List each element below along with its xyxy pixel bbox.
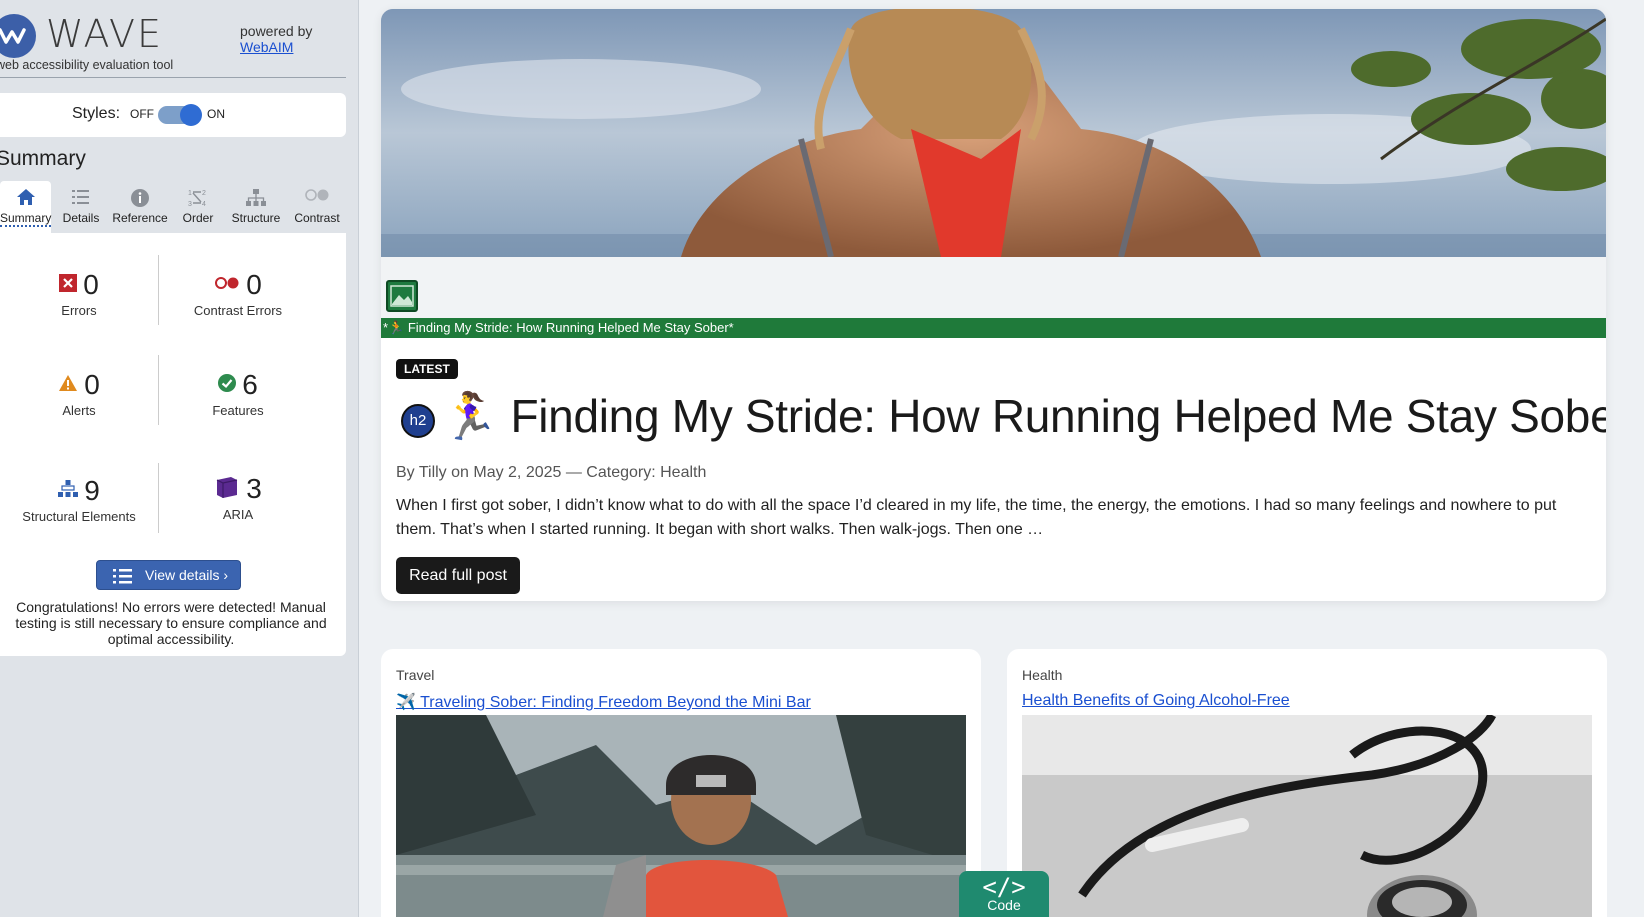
stat-errors[interactable]: 0 Errors: [0, 269, 158, 318]
alerts-label: Alerts: [62, 403, 96, 418]
read-full-post-button[interactable]: Read full post: [396, 557, 520, 594]
powered-by-text: powered by: [240, 23, 313, 39]
tab-label: Reference: [112, 211, 168, 225]
alerts-count: 0: [84, 369, 100, 400]
svg-text:1: 1: [188, 190, 192, 197]
wave-tabs: Summary Details Reference 1 2 3 4 Order Str…: [0, 181, 346, 233]
structural-count: 9: [84, 475, 100, 506]
hero-image: [381, 9, 1606, 257]
structure-stat-icon: [58, 479, 79, 503]
order-icon: 1 2 3 4: [172, 181, 224, 211]
alert-icon: [58, 374, 78, 397]
tab-details[interactable]: Details: [54, 181, 108, 233]
styles-label: Styles:: [72, 105, 121, 122]
tab-label: Details: [62, 211, 100, 225]
code-tab-label: Code: [987, 897, 1021, 913]
stat-aria[interactable]: 3 ARIA: [159, 473, 317, 522]
styles-toggle-box: Styles: OFF ON: [0, 93, 346, 137]
features-label: Features: [212, 403, 264, 418]
stat-alerts[interactable]: 0 Alerts: [0, 369, 158, 418]
styles-on-label: ON: [207, 107, 225, 121]
congrats-message: Congratulations! No errors were detected…: [15, 599, 327, 647]
aria-count: 3: [246, 473, 262, 504]
contrast-icon: [288, 181, 346, 211]
powered-by: powered by WebAIM: [240, 23, 312, 55]
stat-features[interactable]: 6 Features: [159, 369, 317, 418]
summary-panel: 0 Errors 0 Contrast Errors 0 Alerts 6 Fe…: [0, 233, 346, 656]
contrast-errors-label: Contrast Errors: [193, 303, 283, 318]
contrast-error-icon: [214, 276, 240, 295]
tab-contrast[interactable]: Contrast: [288, 181, 346, 233]
info-icon: [108, 181, 172, 211]
tab-label: Order: [182, 211, 214, 225]
tab-structure[interactable]: Structure: [225, 181, 287, 233]
card-category: Health: [1022, 667, 1063, 683]
tab-label: Summary: [0, 211, 52, 227]
view-details-button[interactable]: View details ›: [96, 560, 241, 590]
summary-heading: Summary: [0, 147, 86, 170]
card-title-link[interactable]: ✈️ Traveling Sober: Finding Freedom Beyo…: [396, 692, 811, 712]
post-card-health: Health Health Benefits of Going Alcohol-…: [1007, 649, 1607, 917]
post-byline: By Tilly on May 2, 2025 — Category: Heal…: [396, 464, 707, 481]
post-card-travel: Travel ✈️ Traveling Sober: Finding Freed…: [381, 649, 981, 917]
tab-reference[interactable]: Reference: [108, 181, 172, 233]
wave-tagline: web accessibility evaluation tool: [0, 58, 174, 72]
list-icon: [113, 568, 133, 587]
feature-check-icon: [218, 373, 237, 397]
list-icon: [54, 181, 108, 211]
structural-label: Structural Elements: [22, 509, 136, 524]
aria-label: ARIA: [222, 507, 254, 522]
aria-cube-icon: [214, 475, 240, 504]
tab-label: Contrast: [294, 211, 340, 225]
svg-text:3: 3: [188, 201, 192, 208]
card-image-stethoscope: [1022, 715, 1592, 917]
home-icon: [0, 181, 51, 211]
toggle-knob: [180, 104, 202, 126]
view-details-label: View details ›: [145, 567, 229, 583]
image-strip: [381, 257, 1606, 319]
stat-contrast-errors[interactable]: 0 Contrast Errors: [159, 269, 317, 318]
webaim-link[interactable]: WebAIM: [240, 39, 312, 55]
error-icon: [59, 273, 78, 297]
stat-structural[interactable]: 9 Structural Elements: [0, 475, 158, 524]
card-title-link[interactable]: Health Benefits of Going Alcohol-Free: [1022, 692, 1290, 710]
tab-summary[interactable]: Summary: [0, 181, 52, 233]
features-count: 6: [242, 369, 258, 400]
card-category: Travel: [396, 667, 435, 683]
tab-label: Structure: [231, 211, 281, 225]
styles-toggle[interactable]: [158, 104, 202, 126]
svg-text:2: 2: [202, 190, 206, 197]
code-toggle-tab[interactable]: </> Code: [959, 871, 1049, 917]
h2-marker-icon[interactable]: h2: [401, 404, 435, 438]
latest-post-card: *🏃 Finding My Stride: How Running Helped…: [381, 9, 1606, 601]
card-image-lake: [396, 715, 966, 917]
image-feature-icon[interactable]: [386, 280, 418, 312]
wave-logo-icon: [0, 14, 36, 58]
svg-text:4: 4: [202, 201, 206, 208]
errors-count: 0: [83, 269, 99, 300]
styles-off-label: OFF: [130, 107, 154, 121]
wave-brand: WAVE: [46, 12, 164, 56]
structure-icon: [225, 181, 287, 211]
tab-order[interactable]: 1 2 3 4 Order: [172, 181, 224, 233]
contrast-errors-count: 0: [246, 269, 262, 300]
latest-badge: LATEST: [396, 359, 458, 379]
post-excerpt: When I first got sober, I didn’t know wh…: [396, 497, 1557, 538]
post-title: 🏃‍♀️ Finding My Stride: How Running Help…: [441, 390, 1606, 442]
alt-text-bar: *🏃 Finding My Stride: How Running Helped…: [381, 318, 1606, 338]
wave-sidebar: WAVE web accessibility evaluation tool p…: [0, 0, 359, 917]
errors-label: Errors: [61, 303, 97, 318]
wave-header: WAVE web accessibility evaluation tool p…: [0, 0, 346, 78]
